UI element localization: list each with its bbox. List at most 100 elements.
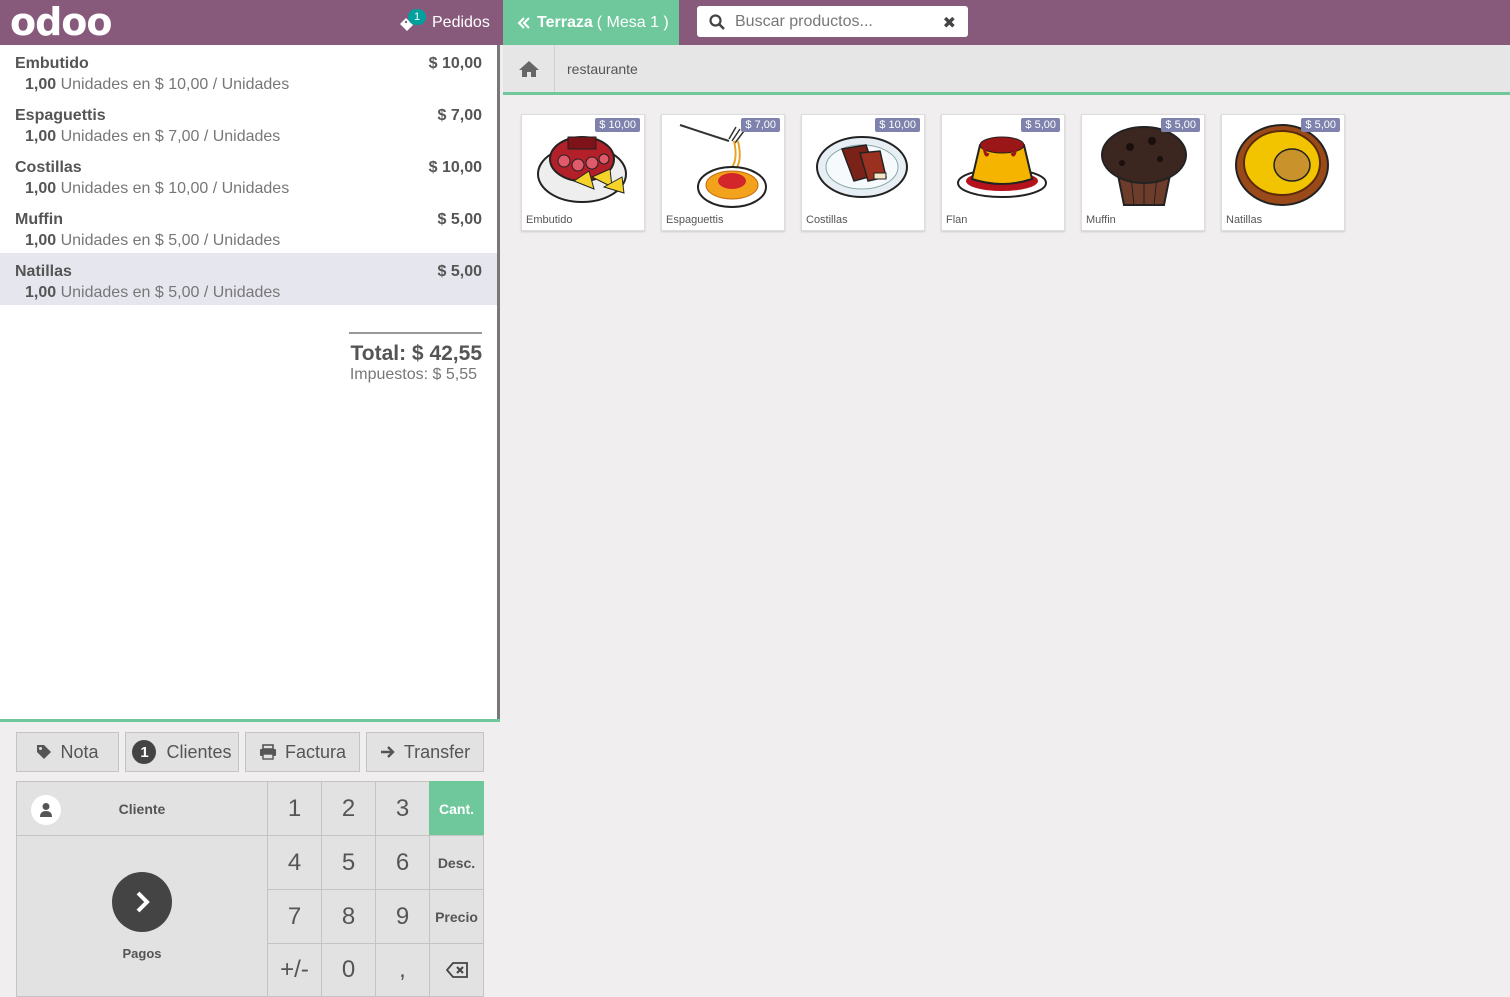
- payment-label: Pagos: [122, 945, 162, 961]
- order-line-name: Embutido: [15, 55, 89, 72]
- transfer-label: Transfer: [403, 741, 471, 762]
- order-pane: Embutido $ 10,00 1,00 Unidades en $ 10,0…: [0, 45, 500, 997]
- flan-image: [957, 136, 1047, 198]
- product-card[interactable]: $ 10,00 Embutido: [521, 114, 645, 231]
- print-icon: [259, 744, 276, 760]
- numpad-key-comma[interactable]: ,: [375, 943, 430, 997]
- product-name: Muffin: [1086, 214, 1116, 226]
- numpad-key-3[interactable]: 3: [375, 781, 430, 836]
- product-price-tag: $ 5,00: [1301, 118, 1340, 132]
- product-card[interactable]: $ 5,00 Natillas: [1221, 114, 1345, 231]
- home-icon: [518, 60, 539, 77]
- product-price-tag: $ 5,00: [1021, 118, 1060, 132]
- numpad: Cliente Pagos 1 2 3 Cant. 4 5 6 Desc. 7 …: [16, 781, 484, 997]
- note-button[interactable]: Nota: [16, 732, 119, 772]
- order-line-qty: 1,00: [25, 232, 57, 249]
- order-line-unit-info: Unidades en $ 7,00 / Unidades: [60, 128, 281, 145]
- table-back-button[interactable]: Terraza ( Mesa 1 ): [503, 0, 679, 45]
- clear-search-icon[interactable]: ✖: [943, 13, 956, 33]
- invoice-button[interactable]: Factura: [245, 732, 360, 772]
- category-breadcrumb: restaurante: [503, 45, 1510, 95]
- order-line-price: $ 10,00: [428, 159, 482, 176]
- order-total: Total: $ 42,55: [350, 342, 483, 365]
- product-card[interactable]: $ 5,00 Muffin: [1081, 114, 1205, 231]
- product-price-tag: $ 10,00: [875, 118, 920, 132]
- order-line[interactable]: Embutido $ 10,00 1,00 Unidades en $ 10,0…: [0, 45, 497, 97]
- backspace-icon: [445, 962, 468, 978]
- numpad-key-8[interactable]: 8: [321, 889, 376, 944]
- product-price-tag: $ 10,00: [595, 118, 640, 132]
- product-card[interactable]: $ 5,00 Flan: [941, 114, 1065, 231]
- chevron-right-icon: [112, 871, 172, 932]
- natillas-image: [1235, 124, 1329, 206]
- product-card[interactable]: $ 10,00 Costillas: [801, 114, 925, 231]
- product-name: Embutido: [526, 214, 573, 226]
- product-price-tag: $ 5,00: [1161, 118, 1200, 132]
- double-chevron-left-icon: [517, 16, 530, 29]
- order-line-price: $ 5,00: [437, 211, 482, 228]
- order-line-unit-info: Unidades en $ 5,00 / Unidades: [60, 284, 281, 301]
- order-line-qty: 1,00: [25, 284, 57, 301]
- numpad-key-1[interactable]: 1: [267, 781, 322, 836]
- guests-count: 1: [132, 740, 157, 764]
- product-name: Flan: [946, 214, 968, 226]
- mode-price-button[interactable]: Precio: [429, 889, 484, 944]
- embutido-image: [537, 136, 627, 203]
- guests-button[interactable]: 1 Clientes: [125, 732, 239, 772]
- numpad-key-2[interactable]: 2: [321, 781, 376, 836]
- note-label: Nota: [60, 741, 99, 762]
- tag-icon: [37, 745, 52, 759]
- order-summary: Total: $ 42,55 Impuestos: $ 5,55: [349, 332, 482, 384]
- numpad-key-5[interactable]: 5: [321, 835, 376, 890]
- order-taxes: Impuestos: $ 5,55: [349, 366, 477, 383]
- order-line-unit-info: Unidades en $ 10,00 / Unidades: [60, 76, 290, 93]
- user-icon: [31, 795, 61, 825]
- order-line-name: Muffin: [15, 211, 63, 228]
- order-line[interactable]: Espaguettis $ 7,00 1,00 Unidades en $ 7,…: [0, 97, 497, 149]
- order-line-name: Natillas: [15, 263, 72, 280]
- product-card[interactable]: $ 7,00 Espaguettis: [661, 114, 785, 231]
- product-name: Costillas: [806, 214, 848, 226]
- order-line-info: 1,00 Unidades en $ 10,00 / Unidades: [25, 180, 482, 198]
- order-line-price: $ 5,00: [437, 263, 482, 280]
- order-line-qty: 1,00: [25, 180, 57, 197]
- payment-button[interactable]: Pagos: [16, 835, 268, 997]
- order-line-price: $ 10,00: [428, 55, 482, 72]
- customer-button[interactable]: Cliente: [16, 781, 268, 836]
- top-bar: odoo 1 Pedidos Terraza ( Mesa 1 ) ✖: [0, 0, 1510, 45]
- numpad-key-9[interactable]: 9: [375, 889, 430, 944]
- breadcrumb-home[interactable]: [503, 45, 555, 92]
- mode-quantity-button[interactable]: Cant.: [429, 781, 484, 836]
- product-name: Espaguettis: [666, 214, 724, 226]
- order-line-qty: 1,00: [25, 76, 57, 93]
- customer-label: Cliente: [118, 800, 166, 817]
- order-line[interactable]: Muffin $ 5,00 1,00 Unidades en $ 5,00 / …: [0, 201, 497, 253]
- numpad-key-0[interactable]: 0: [321, 943, 376, 997]
- order-line-name: Costillas: [15, 159, 82, 176]
- table-floor-name: Terraza: [537, 13, 593, 31]
- orders-button[interactable]: 1 Pedidos: [398, 0, 490, 45]
- order-line-info: 1,00 Unidades en $ 10,00 / Unidades: [25, 76, 482, 94]
- guests-label: Clientes: [166, 741, 232, 762]
- breadcrumb-category[interactable]: restaurante: [567, 61, 638, 77]
- order-lines: Embutido $ 10,00 1,00 Unidades en $ 10,0…: [0, 45, 497, 305]
- order-line-price: $ 7,00: [437, 107, 482, 124]
- order-line-unit-info: Unidades en $ 5,00 / Unidades: [60, 232, 281, 249]
- order-line-unit-info: Unidades en $ 10,00 / Unidades: [60, 180, 290, 197]
- control-pads: Nota 1 Clientes Factura Transfer Cliente: [0, 719, 500, 997]
- numpad-key-plus-minus[interactable]: +/-: [267, 943, 322, 997]
- order-line[interactable]: Costillas $ 10,00 1,00 Unidades en $ 10,…: [0, 149, 497, 201]
- numpad-key-6[interactable]: 6: [375, 835, 430, 890]
- backspace-button[interactable]: [429, 943, 484, 997]
- muffin-image: [1101, 126, 1187, 206]
- transfer-button[interactable]: Transfer: [366, 732, 484, 772]
- order-line-selected[interactable]: Natillas $ 5,00 1,00 Unidades en $ 5,00 …: [0, 253, 497, 305]
- order-line-name: Espaguettis: [15, 107, 106, 124]
- mode-discount-button[interactable]: Desc.: [429, 835, 484, 890]
- search-icon: [709, 13, 725, 30]
- search-input[interactable]: [735, 12, 935, 31]
- numpad-key-4[interactable]: 4: [267, 835, 322, 890]
- numpad-key-7[interactable]: 7: [267, 889, 322, 944]
- table-name: ( Mesa 1 ): [596, 13, 669, 31]
- product-price-tag: $ 7,00: [741, 118, 780, 132]
